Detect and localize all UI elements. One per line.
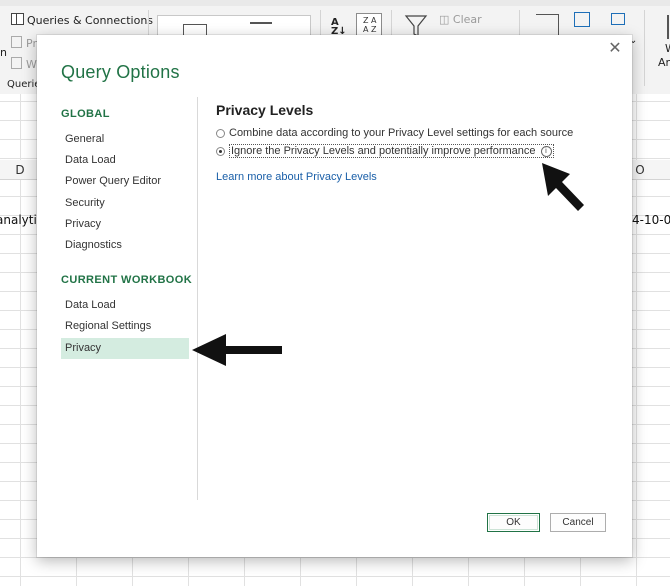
cell-fragment-right[interactable]: 4-10-01T [632,213,670,227]
ignore-privacy-radio[interactable] [216,146,225,156]
global-heading: GLOBAL [61,108,110,120]
workbook-links-icon [11,57,22,69]
nav-global-diagnostics[interactable]: Diagnostics [61,235,189,256]
cancel-button[interactable]: Cancel [550,513,606,532]
privacy-levels-heading: Privacy Levels [216,102,314,118]
nav-global-security[interactable]: Security [61,193,189,214]
column-header-d[interactable]: D [12,161,28,179]
nav-workbook-privacy[interactable]: Privacy [61,338,189,359]
nav-global-general[interactable]: General [61,129,189,150]
ribbon-tab-strip [0,0,670,6]
queries-connections-button[interactable]: Queries & Connections [11,13,153,27]
analysis-label: An [658,56,670,69]
nav-global-privacy[interactable]: Privacy [61,214,189,235]
sort-icon: Z AA Z [363,16,377,34]
nav-divider [197,97,198,500]
workbook-links-button[interactable]: W [11,57,37,71]
column-header-o[interactable]: O [632,161,648,179]
nav-workbook-data-load[interactable]: Data Load [61,295,189,316]
properties-button[interactable]: Pr [11,36,37,50]
flash-fill-icon[interactable] [574,12,590,27]
what-if-label: W [665,42,670,55]
info-icon[interactable]: i [540,145,552,157]
nav-workbook-regional-settings[interactable]: Regional Settings [61,316,189,337]
query-options-dialog: ✕ Query Options GLOBAL General Data Load… [37,35,632,557]
clear-filter-icon: ◫ [439,13,450,26]
clear-button[interactable]: ◫ Clear [439,13,482,26]
ribbon-separator [644,10,645,86]
properties-icon [11,36,22,48]
combine-data-radio[interactable] [216,128,225,138]
what-if-icon[interactable] [667,15,669,39]
combine-data-option[interactable]: Combine data according to your Privacy L… [216,125,573,141]
nav-global-data-load[interactable]: Data Load [61,150,189,171]
combine-data-label: Combine data according to your Privacy L… [229,127,574,139]
nav-global-power-query-editor[interactable]: Power Query Editor [61,171,189,192]
ok-button[interactable]: OK [487,513,540,532]
current-workbook-heading: CURRENT WORKBOOK [61,274,193,286]
ignore-privacy-label: Ignore the Privacy Levels and potentiall… [229,144,554,158]
sort-ascending-icon[interactable]: A Z↓ [331,18,347,37]
close-icon[interactable]: ✕ [606,39,624,57]
dialog-title: Query Options [61,62,180,82]
ribbon-left-fragment: n [0,46,7,59]
learn-more-link[interactable]: Learn more about Privacy Levels [216,171,377,183]
queries-connections-icon [11,13,24,25]
ignore-privacy-option[interactable]: Ignore the Privacy Levels and potentiall… [216,143,554,159]
relationships-icon[interactable] [611,13,625,25]
